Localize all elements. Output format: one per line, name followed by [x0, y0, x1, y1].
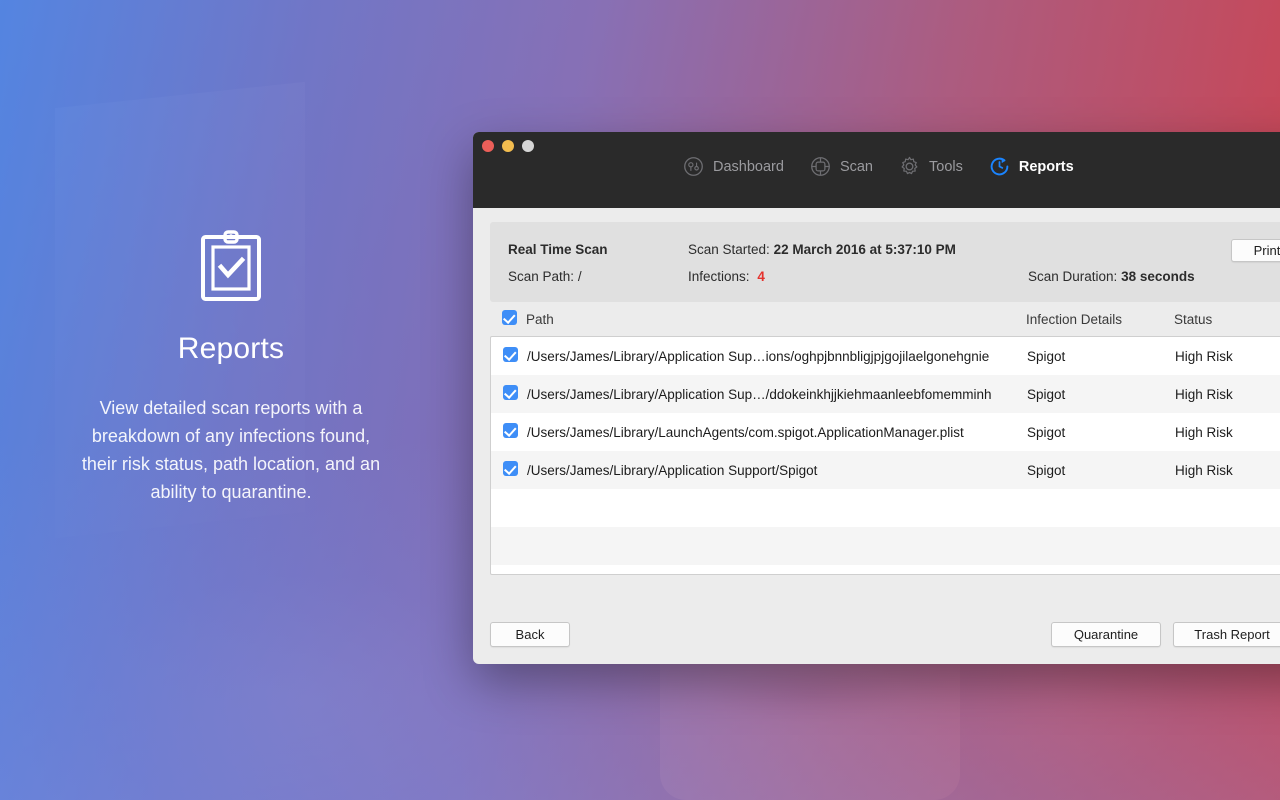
row-status: High Risk — [1175, 348, 1233, 364]
trash-report-button[interactable]: Trash Report — [1173, 622, 1280, 647]
infections-count: 4 — [757, 269, 765, 284]
minimize-window-button[interactable] — [502, 140, 514, 152]
scan-started-label: Scan Started: — [688, 242, 770, 257]
row-path: /Users/James/Library/Application Sup…/dd… — [527, 386, 992, 402]
scan-info-section: Real Time Scan Scan Started: 22 March 20… — [473, 208, 1280, 302]
row-checkbox[interactable] — [491, 423, 527, 441]
row-status: High Risk — [1175, 462, 1233, 478]
app-window: Dashboard Scan Tools Reports Real Time S… — [473, 132, 1280, 664]
scan-duration-label: Scan Duration: — [1028, 269, 1118, 284]
table-row-empty — [491, 527, 1280, 565]
table-row-empty — [491, 565, 1280, 574]
row-infection: Spigot — [1027, 462, 1066, 478]
nav-label-reports: Reports — [1018, 158, 1074, 175]
row-infection: Spigot — [1027, 424, 1066, 440]
window-footer: Back Quarantine Trash Report — [473, 610, 1280, 664]
row-checkbox[interactable] — [491, 347, 527, 365]
row-status: High Risk — [1175, 386, 1233, 402]
scan-duration-value: 38 seconds — [1121, 269, 1195, 284]
scan-path-value: / — [577, 269, 582, 284]
row-path: /Users/James/Library/LaunchAgents/com.sp… — [527, 424, 964, 440]
scan-type-label: Real Time Scan — [508, 242, 608, 257]
row-infection: Spigot — [1027, 348, 1066, 364]
infections-table: /Users/James/Library/Application Sup…ion… — [490, 336, 1280, 575]
scan-path-label: Scan Path: — [508, 269, 575, 284]
promo-panel: Reports View detailed scan reports with … — [0, 230, 462, 506]
main-navigation: Dashboard Scan Tools Reports — [473, 156, 1280, 177]
scan-started: Scan Started: 22 March 2016 at 5:37:10 P… — [688, 242, 1028, 257]
checkbox-icon — [503, 347, 518, 362]
nav-label-scan: Scan — [839, 158, 873, 175]
dashboard-icon — [684, 157, 703, 176]
scan-target-icon — [811, 157, 830, 176]
close-window-button[interactable] — [482, 140, 494, 152]
scan-info-row-1: Real Time Scan Scan Started: 22 March 20… — [508, 236, 1280, 263]
scan-info-card: Real Time Scan Scan Started: 22 March 20… — [490, 222, 1280, 302]
table-header-row: Path Infection Details Status — [473, 302, 1280, 336]
row-infection: Spigot — [1027, 386, 1066, 402]
row-path: /Users/James/Library/Application Sup…ion… — [527, 348, 990, 364]
traffic-lights — [482, 140, 534, 152]
gear-icon — [901, 156, 918, 175]
table-row[interactable]: /Users/James/Library/Application Sup…/dd… — [491, 375, 1280, 413]
nav-label-tools: Tools — [929, 158, 963, 175]
row-status: High Risk — [1175, 424, 1233, 440]
nav-item-reports[interactable]: Reports — [989, 156, 1074, 177]
print-button[interactable]: Print — [1231, 239, 1280, 262]
infections-label: Infections: — [688, 269, 750, 284]
scan-duration: Scan Duration: 38 seconds — [1028, 269, 1195, 284]
row-path: /Users/James/Library/Application Support… — [527, 462, 818, 478]
promo-title: Reports — [177, 332, 285, 365]
scan-path: Scan Path: / — [508, 269, 688, 284]
scan-info-row-2: Scan Path: / Infections: 4 Scan Duration… — [508, 263, 1280, 290]
scan-started-value: 22 March 2016 at 5:37:10 PM — [773, 242, 956, 257]
checkbox-icon — [503, 423, 518, 438]
nav-item-tools[interactable]: Tools — [899, 156, 963, 177]
history-clock-icon — [990, 157, 1009, 176]
window-titlebar: Dashboard Scan Tools Reports — [473, 132, 1280, 208]
column-header-infection-details[interactable]: Infection Details — [1026, 312, 1174, 327]
select-all-checkbox[interactable] — [490, 310, 526, 328]
nav-label-dashboard: Dashboard — [713, 158, 784, 175]
table-row-empty — [491, 489, 1280, 527]
promo-description: View detailed scan reports with a breakd… — [81, 398, 381, 502]
column-header-path[interactable]: Path — [526, 312, 1026, 327]
checkbox-icon — [503, 385, 518, 400]
row-checkbox[interactable] — [491, 461, 527, 479]
table-row[interactable]: /Users/James/Library/LaunchAgents/com.sp… — [491, 413, 1280, 451]
checkbox-icon — [502, 310, 517, 325]
infections: Infections: 4 — [688, 269, 1028, 284]
nav-item-dashboard[interactable]: Dashboard — [683, 156, 784, 177]
row-checkbox[interactable] — [491, 385, 527, 403]
table-row[interactable]: /Users/James/Library/Application Support… — [491, 451, 1280, 489]
clipboard-check-icon — [201, 230, 261, 301]
back-button[interactable]: Back — [490, 622, 570, 647]
zoom-window-button[interactable] — [522, 140, 534, 152]
column-header-status[interactable]: Status — [1174, 312, 1280, 327]
table-row[interactable]: /Users/James/Library/Application Sup…ion… — [491, 337, 1280, 375]
checkbox-icon — [503, 461, 518, 476]
quarantine-button[interactable]: Quarantine — [1051, 622, 1161, 647]
nav-item-scan[interactable]: Scan — [810, 156, 873, 177]
